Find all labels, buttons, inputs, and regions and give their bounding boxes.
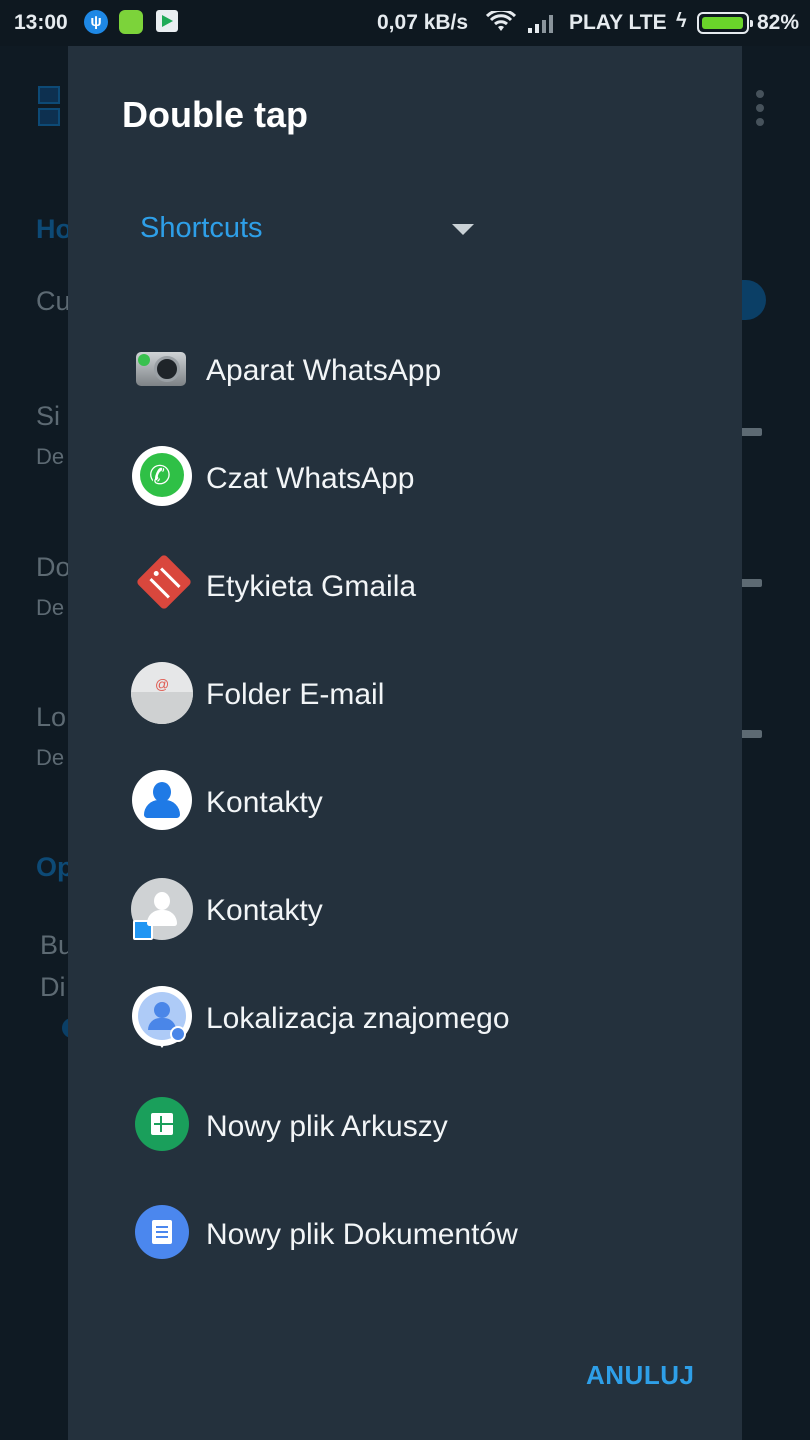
list-item-label: Nowy plik Dokumentów (206, 1218, 518, 1251)
setting-title[interactable]: Lo (36, 702, 66, 733)
shortcut-type-dropdown[interactable]: Shortcuts (128, 196, 488, 266)
setting-subtitle: De (36, 444, 65, 469)
setting-title[interactable]: Cu (36, 286, 71, 317)
list-item[interactable]: Folder E-mail (68, 640, 742, 748)
carrier-label: PLAY LTE (569, 11, 667, 34)
shortcut-list: Aparat WhatsApp Czat WhatsApp Etykieta G… (68, 316, 742, 1288)
list-item-label: Nowy plik Arkuszy (206, 1110, 448, 1143)
contacts-blue-icon (132, 770, 192, 830)
dropdown-value: Shortcuts (140, 212, 263, 244)
dialog-title: Double tap (122, 94, 308, 135)
status-bar: 13:00 ψ 0,07 kB/s PLAY LTE ϟ 82% (0, 0, 810, 46)
section-header: Ho (36, 214, 72, 244)
battery-app-icon (119, 10, 143, 34)
list-item-label: Czat WhatsApp (206, 462, 415, 495)
signal-icon (528, 15, 553, 33)
list-item-label: Kontakty (206, 894, 323, 927)
wifi-icon (486, 11, 516, 31)
list-item[interactable]: Kontakty (68, 748, 742, 856)
dropdown-arrow-icon (452, 224, 474, 235)
list-item[interactable]: Kontakty (68, 856, 742, 964)
list-item[interactable]: Czat WhatsApp (68, 424, 742, 532)
more-options-icon[interactable] (756, 90, 764, 126)
setting-subtitle: De (36, 745, 65, 770)
whatsapp-icon (132, 446, 192, 506)
list-item-label: Kontakty (206, 786, 323, 819)
setting-title[interactable]: Do (36, 552, 71, 583)
docs-icon (135, 1205, 189, 1259)
play-store-icon (156, 10, 178, 32)
list-item[interactable]: Lokalizacja znajomego (68, 964, 742, 1072)
email-folder-icon (131, 662, 193, 724)
cancel-button[interactable]: ANULUJ (586, 1360, 694, 1391)
contacts-grey-icon (131, 878, 193, 940)
list-item[interactable]: Nowy plik Dokumentów (68, 1180, 742, 1288)
battery-percent: 82% (757, 11, 800, 34)
usb-icon: ψ (84, 10, 108, 34)
list-item[interactable]: Aparat WhatsApp (68, 316, 742, 424)
list-item[interactable]: Nowy plik Arkuszy (68, 1072, 742, 1180)
list-item[interactable]: Etykieta Gmaila (68, 532, 742, 640)
list-item-label: Lokalizacja znajomego (206, 1002, 510, 1035)
gmail-label-icon (132, 553, 193, 614)
battery-icon (697, 12, 753, 34)
friend-location-icon (132, 986, 192, 1048)
setting-subtitle: Di (40, 972, 66, 1002)
charging-icon: ϟ (676, 10, 687, 32)
app-logo-icon (38, 86, 62, 130)
list-item-label: Folder E-mail (206, 678, 385, 711)
status-time: 13:00 (14, 11, 68, 34)
setting-title[interactable]: Si (36, 401, 60, 432)
sheets-icon (135, 1097, 189, 1151)
setting-subtitle: De (36, 595, 65, 620)
list-item-label: Aparat WhatsApp (206, 354, 442, 387)
whatsapp-camera-icon (132, 338, 192, 398)
network-speed: 0,07 kB/s (377, 11, 469, 34)
list-item-label: Etykieta Gmaila (206, 570, 417, 603)
double-tap-dialog: Double tap Shortcuts Aparat WhatsApp Cza… (68, 46, 742, 1440)
